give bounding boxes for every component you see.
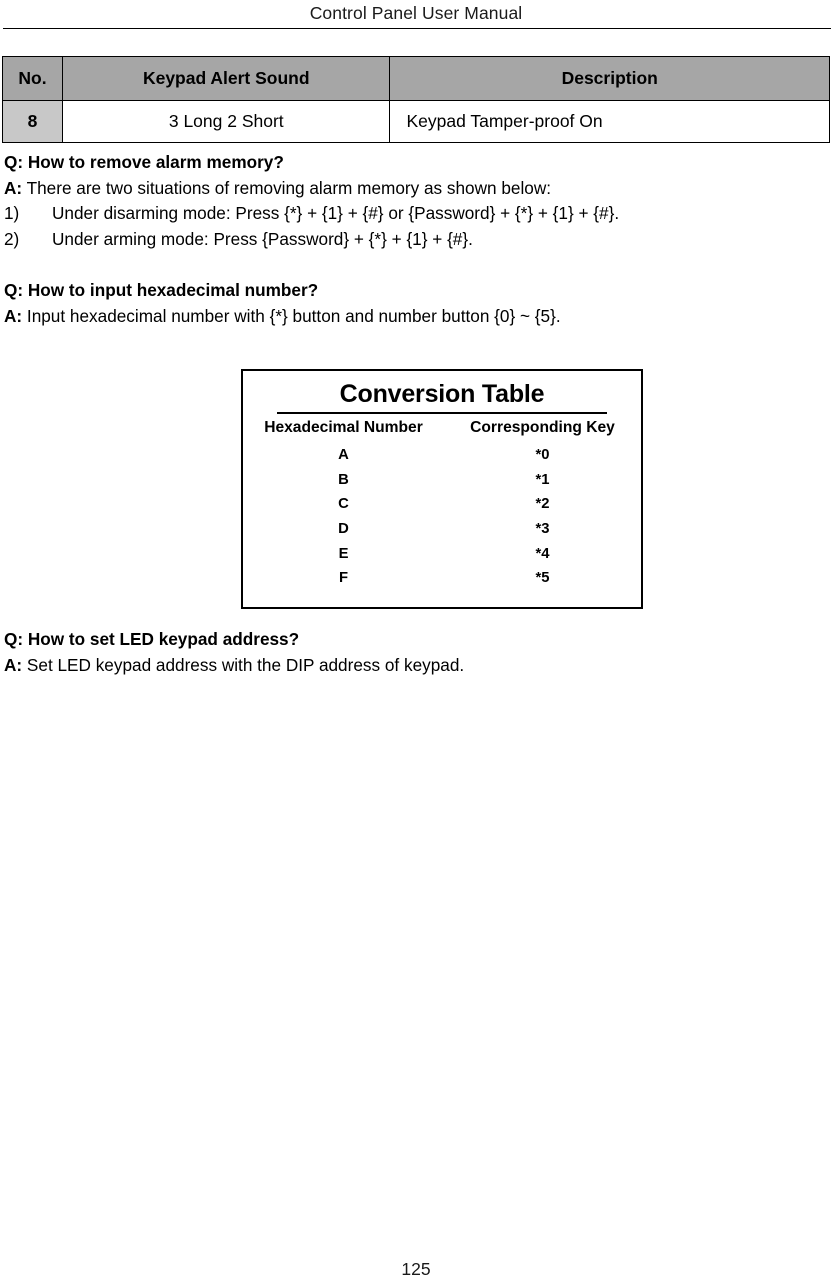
faq-block-upper: Q: How to remove alarm memory? A: There … bbox=[4, 150, 828, 329]
cell-no: 8 bbox=[1, 100, 64, 143]
conversion-table-row: F *5 bbox=[243, 566, 641, 591]
conversion-cell-hex: E bbox=[338, 545, 349, 562]
column-header-no: No. bbox=[1, 56, 64, 101]
conversion-cell-hex: A bbox=[338, 447, 349, 464]
cell-description: Keypad Tamper-proof On bbox=[389, 100, 830, 143]
conversion-table-row: C *2 bbox=[243, 492, 641, 517]
column-header-keypad-alert-sound: Keypad Alert Sound bbox=[62, 56, 391, 101]
conversion-column-header-corresponding-key: Corresponding Key bbox=[470, 419, 615, 436]
step-marker: 2) bbox=[4, 228, 20, 249]
keypad-alert-sound-table: No. Keypad Alert Sound Description 8 3 L… bbox=[1, 56, 830, 143]
question-text: How to remove alarm memory? bbox=[23, 152, 284, 172]
header-rule bbox=[3, 28, 831, 29]
conversion-table-row: A *0 bbox=[243, 443, 641, 468]
faq-question-2: Q: How to input hexadecimal number? bbox=[4, 278, 828, 304]
conversion-cell-key: *2 bbox=[535, 496, 550, 513]
faq-answer-2: A: Input hexadecimal number with {*} but… bbox=[4, 304, 828, 330]
question-prefix: Q: bbox=[4, 629, 24, 649]
conversion-cell-hex: D bbox=[338, 521, 349, 538]
conversion-cell-key: *0 bbox=[535, 447, 550, 464]
conversion-cell-key: *1 bbox=[535, 471, 550, 488]
conversion-cell-hex: C bbox=[338, 496, 349, 513]
cell-keypad-alert-sound: 3 Long 2 Short bbox=[62, 100, 391, 143]
conversion-table-box: Conversion Table Hexadecimal Number Corr… bbox=[241, 369, 643, 609]
answer-text: Input hexadecimal number with {*} button… bbox=[22, 305, 561, 326]
conversion-table-title-rule bbox=[277, 412, 607, 414]
faq-block-lower: Q: How to set LED keypad address? A: Set… bbox=[4, 627, 828, 678]
page-number: 125 bbox=[0, 1258, 832, 1280]
answer-prefix: A: bbox=[4, 654, 23, 675]
conversion-table-row: E *4 bbox=[243, 541, 641, 566]
question-prefix: Q: bbox=[4, 279, 24, 300]
step-marker: 1) bbox=[4, 203, 20, 224]
table-row: 8 3 Long 2 Short Keypad Tamper-proof On bbox=[1, 100, 830, 143]
answer-text: There are two situations of removing ala… bbox=[22, 177, 552, 198]
answer-prefix: A: bbox=[4, 305, 23, 326]
conversion-header-row: Hexadecimal Number Corresponding Key bbox=[243, 419, 641, 443]
question-text: How to input hexadecimal number? bbox=[23, 279, 319, 300]
page-number-value: 125 bbox=[401, 1259, 431, 1279]
faq-question-3: Q: How to set LED keypad address? bbox=[4, 627, 828, 653]
conversion-table-title: Conversion Table bbox=[339, 380, 545, 408]
conversion-cell-key: *5 bbox=[535, 570, 550, 587]
faq-question-1: Q: How to remove alarm memory? bbox=[4, 150, 828, 176]
conversion-table-grid: Hexadecimal Number Corresponding Key A *… bbox=[243, 419, 641, 591]
faq-answer-3: A: Set LED keypad address with the DIP a… bbox=[4, 653, 828, 679]
step-text: Under arming mode: Press {Password} + {*… bbox=[52, 228, 473, 249]
answer-prefix: A: bbox=[4, 177, 23, 198]
step-text: Under disarming mode: Press {*} + {1} + … bbox=[52, 203, 620, 224]
faq-step-2: 2) Under arming mode: Press {Password} + … bbox=[4, 227, 828, 253]
conversion-table-row: B *1 bbox=[243, 468, 641, 493]
conversion-cell-hex: B bbox=[338, 471, 349, 488]
conversion-table-row: D *3 bbox=[243, 517, 641, 542]
running-head-title: Control Panel User Manual bbox=[309, 3, 523, 23]
table-header-row: No. Keypad Alert Sound Description bbox=[1, 56, 830, 101]
question-text: How to set LED keypad address? bbox=[23, 629, 300, 649]
conversion-cell-key: *4 bbox=[535, 545, 550, 562]
question-prefix: Q: bbox=[4, 152, 24, 172]
conversion-cell-key: *3 bbox=[535, 521, 550, 538]
faq-step-1: 1) Under disarming mode: Press {*} + {1} … bbox=[4, 201, 828, 227]
conversion-column-header-hexadecimal-number: Hexadecimal Number bbox=[264, 419, 423, 436]
faq-answer-1: A: There are two situations of removing … bbox=[4, 176, 828, 202]
answer-text: Set LED keypad address with the DIP addr… bbox=[22, 654, 465, 675]
column-header-description: Description bbox=[389, 56, 830, 101]
running-head: Control Panel User Manual bbox=[0, 0, 832, 26]
conversion-cell-hex: F bbox=[338, 570, 349, 587]
